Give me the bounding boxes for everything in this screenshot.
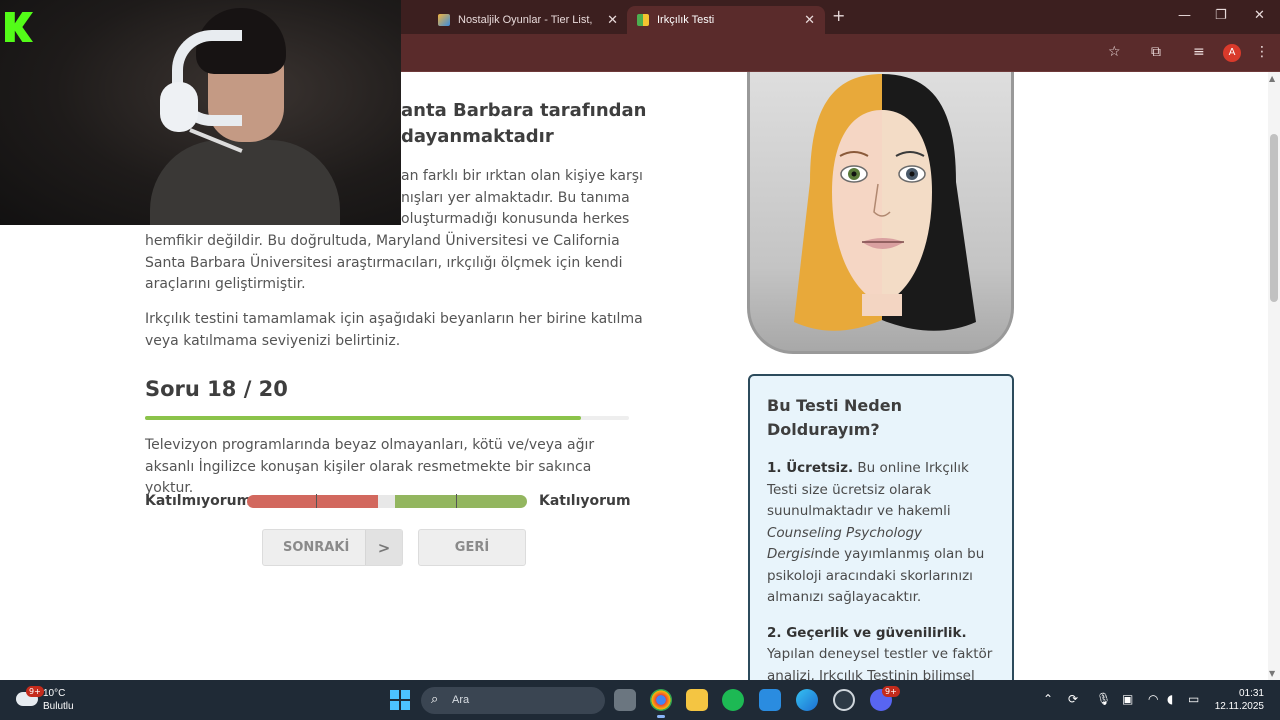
microphone-icon[interactable]: 🎙 <box>1096 692 1111 706</box>
store-icon[interactable] <box>759 689 781 711</box>
tab-title: Irkçılık Testi <box>657 14 715 26</box>
clock-date: 12.11.2025 <box>1214 701 1264 712</box>
progress-fill <box>145 416 581 420</box>
weather-desc: Bulutlu <box>43 701 74 712</box>
taskbar-search[interactable]: ⌕ Ara <box>421 687 605 714</box>
minimize-button[interactable]: — <box>1178 8 1191 23</box>
scroll-up-arrow-icon[interactable]: ▲ <box>1269 74 1275 83</box>
maximize-button[interactable]: ❐ <box>1215 8 1227 23</box>
close-window-button[interactable]: ✕ <box>1254 8 1265 23</box>
scrollbar-thumb[interactable] <box>1270 134 1278 302</box>
question-text: Televizyon programlarında beyaz olmayanl… <box>145 437 595 496</box>
slider-tick <box>316 494 317 508</box>
intro-paragraph-line: oluşturmadığı konusunda herkes <box>401 211 630 227</box>
webcam-overlay <box>0 0 401 225</box>
intro-paragraph-line: hemfikir değildir. Bu doğrultuda, Maryla… <box>145 233 620 249</box>
steam-icon[interactable] <box>833 689 855 711</box>
edge-icon[interactable] <box>796 689 818 711</box>
notification-badge: 9+ <box>26 686 44 697</box>
extensions-icon[interactable]: ⧉ <box>1151 44 1161 60</box>
intro-paragraph: hemfikir değildir. Bu doğrultuda, Maryla… <box>145 231 623 296</box>
intro-heading-line: dayanmaktadır <box>401 126 554 147</box>
card-item-heading: 1. Ücretsiz. <box>767 460 854 476</box>
discord-badge: 9+ <box>882 686 900 697</box>
media-controls-icon[interactable]: ≡ <box>1193 44 1205 60</box>
instruction-paragraph: Irkçılık testini tamamlamak için aşağıda… <box>145 309 643 352</box>
tab-title: Nostaljik Oyunlar - Tier List, Kör <box>458 14 596 26</box>
site-favicon-icon <box>637 14 649 26</box>
intro-heading: anta Barbara tarafından dayanmaktadır <box>401 98 646 150</box>
agree-label: Katılıyorum <box>539 493 631 509</box>
tab-close-icon[interactable]: ✕ <box>607 12 618 28</box>
instruction-line: veya katılmama seviyenizi belirtiniz. <box>145 332 401 349</box>
kick-logo-icon <box>5 12 33 42</box>
spotify-icon[interactable] <box>722 689 744 711</box>
intro-paragraph-line: Santa Barbara Üniversitesi araştırmacıla… <box>145 254 623 271</box>
site-favicon-icon <box>438 14 450 26</box>
search-placeholder: Ara <box>452 694 470 706</box>
disagree-segment[interactable] <box>247 495 378 508</box>
progress-bar <box>145 416 629 420</box>
task-view-icon[interactable] <box>614 689 636 711</box>
file-explorer-icon[interactable] <box>686 689 708 711</box>
windows-logo-icon <box>390 690 399 699</box>
streamer-shirt <box>150 140 340 225</box>
instruction-line: Irkçılık testini tamamlamak için aşağıda… <box>145 311 643 327</box>
tray-overflow-icon[interactable]: ⌃ <box>1043 692 1053 706</box>
system-clock[interactable]: 01:31 12.11.2025 <box>1208 687 1264 713</box>
intro-paragraph-line: an farklı bir ırktan olan kişiye karşı <box>401 168 643 184</box>
weather-temp: 10°C <box>43 688 66 699</box>
card-item-text: Yapılan deneysel testler ve faktör anali… <box>767 646 993 684</box>
search-icon: ⌕ <box>431 692 439 707</box>
scroll-down-arrow-icon[interactable]: ▼ <box>1269 669 1275 678</box>
question-counter: Soru 18 / 20 <box>145 377 288 401</box>
back-button[interactable]: GERİ <box>418 529 526 566</box>
sync-icon[interactable]: ⟳ <box>1068 692 1078 706</box>
tab-nostaljik-oyunlar[interactable]: Nostaljik Oyunlar - Tier List, Kör ✕ <box>428 6 628 34</box>
neutral-segment[interactable] <box>378 495 395 508</box>
weather-widget[interactable]: 9+ 10°C Bulutlu <box>16 686 96 716</box>
intro-heading-line: anta Barbara tarafından <box>401 100 647 121</box>
camera-icon[interactable]: ▣ <box>1122 692 1133 706</box>
wifi-icon[interactable]: ◠ <box>1148 692 1158 706</box>
battery-icon[interactable]: ▭ <box>1188 692 1199 706</box>
intro-paragraph-top: an farklı bir ırktan olan kişiye karşı n… <box>401 166 643 231</box>
headset-earcup <box>160 82 198 132</box>
slider-tick <box>456 494 457 508</box>
new-tab-button[interactable]: + <box>832 6 845 25</box>
half-half-face-icon <box>794 74 976 331</box>
intro-paragraph-line: nışları yer almaktadır. Bu tanıma <box>401 189 630 206</box>
windows-taskbar <box>0 680 1280 720</box>
chrome-icon[interactable] <box>650 689 672 718</box>
clock-time: 01:31 <box>1238 688 1264 699</box>
next-button[interactable]: SONRAKİ > <box>262 529 403 566</box>
next-button-label: SONRAKİ <box>283 540 350 555</box>
profile-avatar[interactable]: A <box>1223 44 1241 62</box>
chevron-right-icon: > <box>365 530 402 565</box>
bookmark-star-icon[interactable]: ☆ <box>1108 44 1121 60</box>
why-take-test-card: Bu Testi Neden Doldurayım? 1. Ücretsiz. … <box>748 374 1014 694</box>
agree-segment[interactable] <box>395 495 527 508</box>
face-illustration <box>747 72 1014 354</box>
menu-kebab-icon[interactable]: ⋮ <box>1255 44 1269 60</box>
intro-paragraph-line: araçlarını geliştirmiştir. <box>145 276 306 292</box>
start-button[interactable] <box>390 690 410 710</box>
agreement-slider[interactable] <box>247 495 527 508</box>
disagree-label: Katılmıyorum <box>145 493 252 509</box>
volume-icon[interactable]: ◖ <box>1167 692 1173 706</box>
card-item-free: 1. Ücretsiz. Bu online Irkçılık Testi si… <box>767 458 996 609</box>
tab-close-icon[interactable]: ✕ <box>804 12 815 28</box>
card-item-heading: 2. Geçerlik ve güvenilirlik. <box>767 624 967 641</box>
card-item-validity: 2. Geçerlik ve güvenilirlik. Yapılan den… <box>767 623 996 688</box>
tab-irkcilik-testi[interactable]: Irkçılık Testi ✕ <box>627 6 825 34</box>
card-title: Bu Testi Neden Doldurayım? <box>767 396 902 439</box>
